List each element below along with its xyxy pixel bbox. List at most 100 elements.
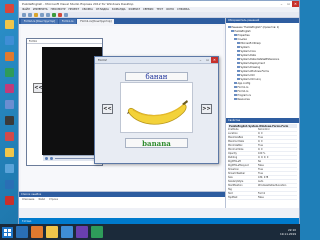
property-value[interactable]: 100 % [258, 152, 297, 155]
property-value[interactable]: False [258, 196, 297, 199]
property-row[interactable]: TopMost False [228, 196, 297, 200]
taskbar-app-icon[interactable] [31, 226, 43, 238]
taskbar-app-icon[interactable] [76, 226, 88, 238]
clock-date[interactable]: 19.11.2019 [280, 232, 296, 236]
file-icon [234, 33, 237, 37]
maximize-icon[interactable]: ▫ [285, 1, 292, 7]
property-value[interactable]: WindowsDefaultLocation [258, 184, 297, 187]
tab-form1-code[interactable]: Form1.cs [59, 19, 77, 24]
taskbar-app-icon[interactable] [46, 226, 58, 238]
property-value[interactable]: True [258, 168, 297, 171]
taskbar-app-icon[interactable] [16, 226, 28, 238]
desktop-shortcut-icon[interactable] [2, 132, 16, 146]
menu-item[interactable]: ОКНО [166, 8, 174, 11]
property-name: RightToLeft [228, 160, 241, 163]
save-icon[interactable] [40, 12, 44, 17]
desktop-shortcut-icon[interactable] [2, 100, 16, 114]
desktop-shortcut-icon[interactable] [2, 148, 16, 162]
form2-title-bar[interactable]: Form2 – ▫ ✕ [95, 57, 218, 64]
back-icon[interactable] [22, 12, 26, 17]
start-icon[interactable] [52, 12, 56, 17]
menu-item[interactable]: СЕРВИС [143, 8, 154, 11]
desktop-shortcut-icon[interactable] [2, 20, 16, 34]
desktop-shortcut-icon[interactable] [2, 84, 16, 98]
property-value[interactable]: False [258, 164, 297, 167]
menu-item[interactable]: ФАЙЛ [22, 8, 30, 11]
desktop-shortcut-icon[interactable] [2, 52, 16, 66]
menu-item[interactable]: ФОРМАТ [129, 8, 140, 11]
solution-tree-item[interactable]: Resources [228, 97, 297, 101]
property-value[interactable]: No [258, 160, 297, 163]
file-icon [231, 29, 234, 33]
maximize-icon[interactable]: ▫ [204, 57, 211, 63]
save-all-icon[interactable] [46, 12, 50, 17]
property-value[interactable]: NoControl [258, 128, 297, 131]
menu-item[interactable]: СПРАВКА [177, 8, 190, 11]
restart-icon[interactable] [64, 12, 68, 17]
desktop-shortcut-icon[interactable] [2, 116, 16, 130]
desktop-shortcut-icon[interactable] [2, 36, 16, 50]
desktop-shortcut-icon[interactable] [2, 164, 16, 178]
file-icon [237, 73, 240, 77]
menu-item[interactable]: ИЗМЕНИТЬ [33, 8, 48, 11]
minimize-icon[interactable]: – [278, 1, 285, 7]
property-value[interactable]: 434; 478 [258, 176, 297, 179]
tab-form1-designer[interactable]: Form1.cs [Конструктор] [77, 19, 115, 24]
menu-item[interactable]: ПРОЕКТ [68, 8, 79, 11]
menu-item[interactable]: ОТЛАДКА [96, 8, 109, 11]
taskbar-app-icon[interactable] [91, 226, 103, 238]
menu-item[interactable]: СБОРКА [82, 8, 93, 11]
open-icon[interactable] [34, 12, 38, 17]
file-icon [234, 37, 237, 41]
desktop-shortcut-icon[interactable] [2, 180, 16, 194]
menu-item[interactable]: ТЕСТ [157, 8, 164, 11]
system-tray: 22:10 19.11.2019 [280, 228, 300, 236]
column-line[interactable]: Строка [49, 198, 58, 201]
menu-item[interactable]: КОМАНДА [112, 8, 126, 11]
property-value[interactable]: True [258, 136, 297, 139]
desktop-shortcut-icon[interactable] [2, 196, 16, 210]
seek-bar[interactable] [55, 158, 99, 159]
property-value[interactable]: 0; 0 [258, 132, 297, 135]
shortcut-glyph-icon [4, 116, 14, 125]
property-value[interactable]: Auto [258, 180, 297, 183]
file-icon [237, 45, 240, 49]
close-icon[interactable]: ✕ [292, 1, 299, 7]
tab-form2-designer[interactable]: Form2.cs [Конструктор] [21, 19, 59, 24]
properties-grid: PuzzleEnglish System.Windows.Forms.Form … [226, 123, 299, 208]
next-button[interactable]: >> [201, 104, 212, 114]
minimize-icon[interactable]: – [197, 57, 204, 63]
desktop-shortcut-icon[interactable] [2, 68, 16, 82]
play-icon[interactable] [45, 157, 48, 160]
forward-icon[interactable] [28, 12, 32, 17]
form1-designer[interactable]: Form1 << [26, 38, 103, 166]
property-value[interactable]: 0; 0; 0; 0 [258, 156, 297, 159]
menu-item[interactable]: ПРОСМОТР [51, 8, 66, 11]
column-description[interactable]: Описание [22, 198, 34, 201]
property-value[interactable]: 0; 0 [258, 140, 297, 143]
property-name: MinimumSize [228, 148, 244, 151]
column-file[interactable]: Файл [38, 198, 45, 201]
file-icon [234, 81, 237, 85]
file-icon [234, 97, 237, 101]
property-value[interactable]: Form1 [258, 192, 297, 195]
property-value[interactable] [258, 188, 297, 191]
desktop-shortcut-icon[interactable] [2, 4, 16, 18]
solution-explorer: Решение "PuzzleEnglish" (проектов: 1) Puz… [226, 23, 299, 118]
shortcut-glyph-icon [4, 52, 14, 61]
shortcut-glyph-icon [4, 196, 14, 205]
property-value[interactable]: True [258, 172, 297, 175]
previous-button[interactable]: << [102, 104, 113, 114]
property-name: Padding [228, 156, 238, 159]
property-value[interactable]: 0; 0 [258, 148, 297, 151]
taskbar-apps [16, 226, 103, 238]
shortcut-glyph-icon [4, 4, 14, 13]
stop-icon[interactable] [58, 12, 62, 17]
close-icon[interactable]: ✕ [211, 57, 218, 63]
stop-icon[interactable] [50, 157, 53, 160]
taskbar-app-icon[interactable] [61, 226, 73, 238]
media-player-surface[interactable] [42, 47, 102, 155]
file-icon [234, 89, 237, 93]
property-value[interactable]: True [258, 144, 297, 147]
start-button[interactable] [2, 226, 13, 238]
